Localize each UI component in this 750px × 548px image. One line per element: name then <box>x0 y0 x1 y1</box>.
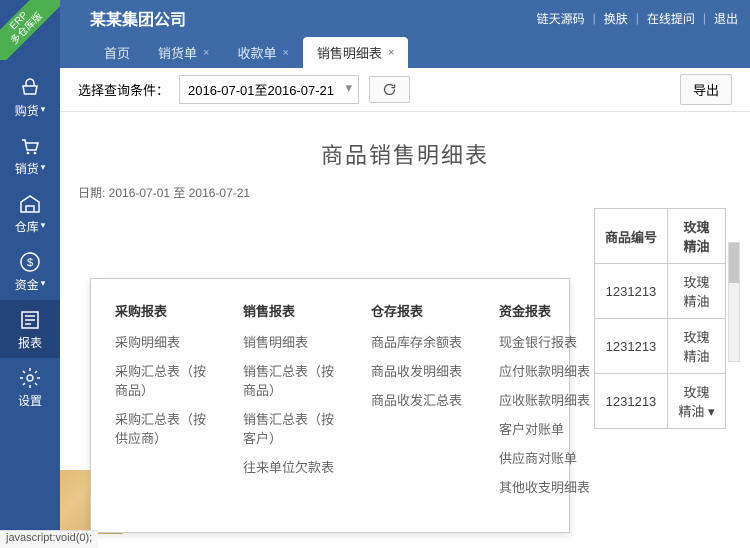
header-link[interactable]: 换肤 <box>604 10 628 27</box>
report-mega-menu: 采购报表 采购明细表 采购汇总表（按商品） 采购汇总表（按供应商） 销售报表 销… <box>90 278 570 533</box>
tab-receipt[interactable]: 收款单× <box>223 37 302 68</box>
tab-home[interactable]: 首页 <box>90 37 144 68</box>
svg-text:$: $ <box>27 257 33 269</box>
sidebar-item-warehouse[interactable]: 仓库▾ <box>0 184 60 242</box>
sidebar-item-settings[interactable]: 设置 <box>0 358 60 416</box>
date-range-label: 日期: 2016-07-01 至 2016-07-21 <box>78 184 732 201</box>
tab-sales-detail[interactable]: 销售明细表× <box>303 37 408 68</box>
report-icon <box>18 308 42 332</box>
menu-item[interactable]: 销售明细表 <box>243 332 343 351</box>
menu-item[interactable]: 销售汇总表（按客户） <box>243 409 343 447</box>
mega-col-purchase: 采购报表 采购明细表 采购汇总表（按商品） 采购汇总表（按供应商） <box>115 301 215 506</box>
mega-col-fund: 资金报表 现金银行报表 应付账款明细表 应收账款明细表 客户对账单 供应商对账单… <box>499 301 599 506</box>
scrollbar[interactable] <box>728 242 740 362</box>
table-row: 1231213玫瑰精油 <box>594 264 725 319</box>
header-link[interactable]: 链天源码 <box>537 10 585 27</box>
data-table-right: 商品编号玫瑰精油 1231213玫瑰精油 1231213玫瑰精油 1231213… <box>594 208 726 429</box>
menu-item[interactable]: 往来单位欠款表 <box>243 457 343 476</box>
header: 某某集团公司 链天源码| 换肤| 在线提问| 退出 <box>0 0 750 36</box>
col-header: 玫瑰精油 <box>668 209 726 264</box>
sidebar-item-report[interactable]: 报表 <box>0 300 60 358</box>
close-icon[interactable]: × <box>282 47 288 59</box>
export-button[interactable]: 导出 <box>680 74 732 105</box>
corner-ribbon: ERP多仓库版 <box>0 0 60 60</box>
refresh-icon <box>382 82 397 97</box>
menu-item[interactable]: 供应商对账单 <box>499 448 599 467</box>
menu-item[interactable]: 其他收支明细表 <box>499 477 599 496</box>
filter-label: 选择查询条件： <box>78 80 169 99</box>
report-title: 商品销售明细表 <box>78 138 732 170</box>
menu-item[interactable]: 采购明细表 <box>115 332 215 351</box>
menu-item[interactable]: 现金银行报表 <box>499 332 599 351</box>
mega-col-stock: 仓存报表 商品库存余额表 商品收发明细表 商品收发汇总表 <box>371 301 471 506</box>
mega-col-sales: 销售报表 销售明细表 销售汇总表（按商品） 销售汇总表（按客户） 往来单位欠款表 <box>243 301 343 506</box>
table-row: 1231213玫瑰精油 <box>594 319 725 374</box>
warehouse-icon <box>18 192 42 216</box>
status-bar: javascript:void(0); <box>0 530 98 548</box>
sidebar-item-purchase[interactable]: 购货▾ <box>0 68 60 126</box>
menu-item[interactable]: 应收账款明细表 <box>499 390 599 409</box>
date-range-picker[interactable]: 2016-07-01至2016-07-21 <box>179 75 359 104</box>
menu-item[interactable]: 销售汇总表（按商品） <box>243 361 343 399</box>
cart-icon <box>18 134 42 158</box>
app-title: 某某集团公司 <box>90 6 537 30</box>
basket-icon <box>18 76 42 100</box>
toolbar: 选择查询条件： 2016-07-01至2016-07-21 导出 <box>60 68 750 112</box>
menu-item[interactable]: 采购汇总表（按供应商） <box>115 409 215 447</box>
header-link[interactable]: 在线提问 <box>647 10 695 27</box>
menu-item[interactable]: 商品库存余额表 <box>371 332 471 351</box>
close-icon[interactable]: × <box>203 47 209 59</box>
menu-item[interactable]: 商品收发汇总表 <box>371 390 471 409</box>
menu-item[interactable]: 应付账款明细表 <box>499 361 599 380</box>
header-links: 链天源码| 换肤| 在线提问| 退出 <box>537 10 738 27</box>
header-link[interactable]: 退出 <box>714 10 738 27</box>
table-row: 1231213玫瑰精油 ▾ <box>594 374 725 429</box>
menu-item[interactable]: 采购汇总表（按商品） <box>115 361 215 399</box>
menu-item[interactable]: 商品收发明细表 <box>371 361 471 380</box>
sidebar: 购货▾ 销货▾ 仓库▾ $ 资金▾ 报表 设置 <box>0 0 60 548</box>
tab-sales-order[interactable]: 销货单× <box>144 37 223 68</box>
gear-icon <box>18 366 42 390</box>
close-icon[interactable]: × <box>388 47 394 59</box>
money-icon: $ <box>18 250 42 274</box>
menu-item[interactable]: 客户对账单 <box>499 419 599 438</box>
col-header: 商品编号 <box>594 209 667 264</box>
content: 商品销售明细表 日期: 2016-07-01 至 2016-07-21 商品编号… <box>60 112 750 221</box>
refresh-button[interactable] <box>369 76 410 103</box>
sidebar-item-fund[interactable]: $ 资金▾ <box>0 242 60 300</box>
tabbar: 首页 销货单× 收款单× 销售明细表× <box>0 36 750 68</box>
sidebar-item-sales[interactable]: 销货▾ <box>0 126 60 184</box>
